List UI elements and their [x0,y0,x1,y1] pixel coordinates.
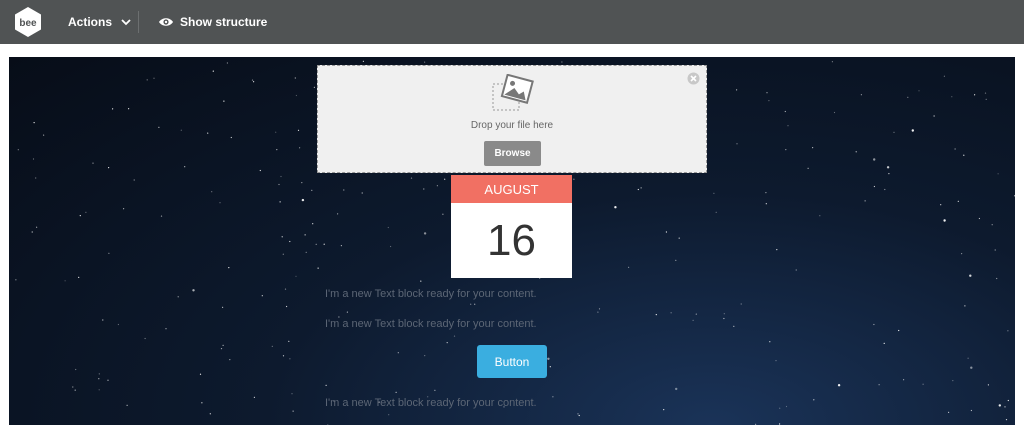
editor-canvas: Drop your file here Browse AUGUST 16 I'm… [0,44,1024,430]
toolbar-divider [138,11,139,33]
actions-menu-button[interactable]: Actions [68,0,132,44]
calendar-widget[interactable]: AUGUST 16 [451,175,572,278]
email-stage[interactable]: Drop your file here Browse AUGUST 16 I'm… [9,57,1015,425]
drop-file-text: Drop your file here [470,120,554,131]
actions-label: Actions [68,15,113,29]
calendar-month: AUGUST [451,175,572,203]
top-toolbar: bee Actions Show structure [0,0,1024,44]
bee-logo-icon[interactable]: bee [12,6,44,38]
calendar-day: 16 [487,215,536,265]
text-block-1[interactable]: I'm a new Text block ready for your cont… [325,288,537,300]
show-structure-button[interactable]: Show structure [158,0,267,44]
show-structure-label: Show structure [180,15,268,29]
logo-text: bee [19,18,37,29]
text-block-3[interactable]: I'm a new Text block ready for your cont… [325,397,537,409]
cta-button[interactable]: Button [477,345,547,378]
browse-button[interactable]: Browse [484,141,541,166]
image-placeholder-icon [492,74,534,111]
text-block-2[interactable]: I'm a new Text block ready for your cont… [325,318,537,330]
eye-icon [159,18,173,26]
chevron-down-icon [121,19,131,26]
image-drop-zone[interactable]: Drop your file here Browse [317,65,707,173]
close-icon[interactable] [687,72,700,85]
